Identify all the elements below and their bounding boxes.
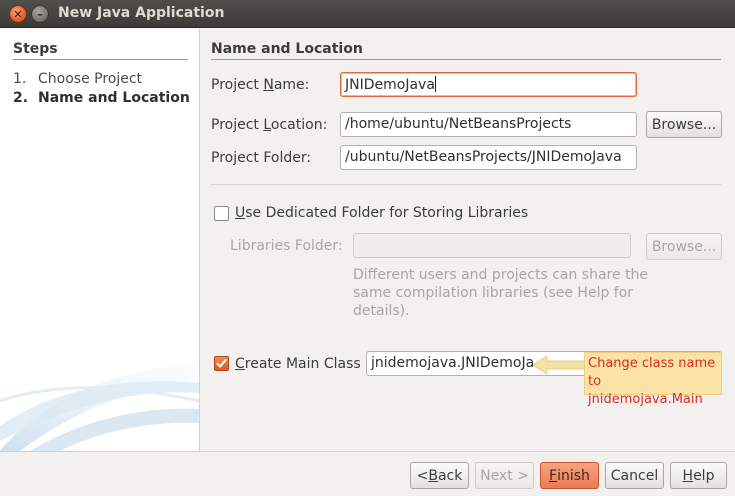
section-title: Name and Location <box>211 41 363 57</box>
finish-button[interactable]: Finish <box>540 462 599 489</box>
text-caret <box>434 76 436 92</box>
section-divider <box>211 59 721 60</box>
annotation-line-2: jnidemojava.Main <box>588 392 703 407</box>
step-label: Choose Project <box>38 71 143 87</box>
project-folder-label: Project Folder: <box>211 150 312 166</box>
dedicated-folder-checkbox[interactable] <box>214 206 229 221</box>
checkmark-icon <box>216 359 227 368</box>
project-location-label: Project Location: <box>211 117 328 133</box>
project-location-input[interactable]: /home/ubuntu/NetBeansProjects <box>340 112 637 137</box>
step-number: 2. <box>13 90 29 106</box>
browse-libraries-button[interactable]: Browse... <box>646 233 722 260</box>
steps-panel: Steps 1. Choose Project 2. Name and Locati… <box>0 29 200 451</box>
back-button[interactable]: < Back <box>410 462 469 489</box>
steps-divider <box>13 59 188 60</box>
title-bar: ✕ – New Java Application <box>0 0 735 28</box>
create-main-class-checkbox[interactable] <box>214 356 229 371</box>
annotation-line-1: Change class name to <box>588 356 716 389</box>
project-name-label: Project Name: <box>211 77 310 93</box>
button-bar-divider <box>0 451 735 452</box>
libraries-folder-label: Libraries Folder: <box>230 238 343 254</box>
annotation-callout: Change class name to jnidemojava.Main <box>584 352 722 407</box>
dedicated-folder-label[interactable]: Use Dedicated Folder for Storing Librari… <box>235 205 528 221</box>
libraries-help-text: Different users and projects can share t… <box>353 267 649 319</box>
create-main-class-label[interactable]: Create Main Class <box>235 356 361 372</box>
project-folder-input[interactable]: /ubuntu/NetBeansProjects/JNIDemoJava <box>340 145 637 170</box>
cancel-button[interactable]: Cancel <box>605 462 664 489</box>
close-icon[interactable]: ✕ <box>9 5 27 23</box>
libraries-folder-input[interactable] <box>353 233 631 258</box>
separator <box>211 184 721 185</box>
browse-location-button[interactable]: Browse... <box>646 111 722 138</box>
decorative-swoosh-graphic <box>0 361 199 451</box>
next-button[interactable]: Next > <box>475 462 534 489</box>
help-button[interactable]: Help <box>670 462 727 489</box>
step-name-and-location: 2. Name and Location <box>13 90 190 106</box>
minimize-icon[interactable]: – <box>31 5 49 23</box>
step-label: Name and Location <box>38 90 190 106</box>
step-choose-project: 1. Choose Project <box>13 71 142 87</box>
project-name-input[interactable]: JNIDemoJava <box>340 72 637 97</box>
annotation-arrow-icon <box>533 355 585 375</box>
step-number: 1. <box>13 71 27 87</box>
dialog-window: ✕ – New Java Application Steps 1. Choose … <box>0 0 735 496</box>
steps-title: Steps <box>13 41 58 57</box>
window-title: New Java Application <box>58 5 225 21</box>
